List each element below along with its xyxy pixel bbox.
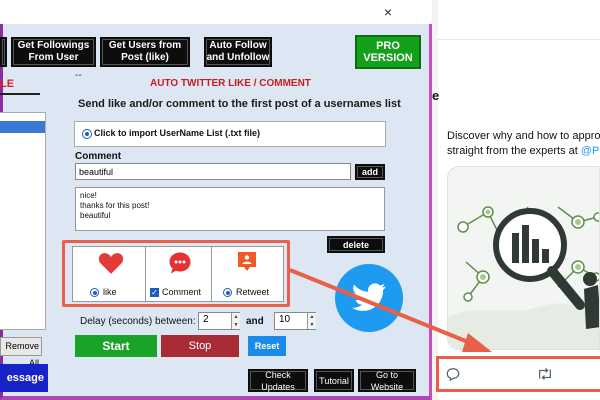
reset-button[interactable]: Reset [248,336,286,356]
remove-all-button[interactable]: Remove All [0,337,42,368]
comment-list-item[interactable]: beautiful [80,211,380,221]
tweet-text-line2: straight from the experts at @Pris [447,145,600,157]
go-to-website-button[interactable]: Go to Website [358,369,416,392]
dash-text: -- [75,70,82,81]
pro-version-button[interactable]: PRO VERSION [355,35,421,69]
comment-list-item[interactable]: nice! [80,191,380,201]
left-tab-underline [0,93,40,95]
actions-highlight-frame [62,240,290,307]
start-button[interactable]: Start [75,335,157,357]
delete-comment-button[interactable]: delete [327,236,385,253]
section-title: AUTO TWITTER LIKE / COMMENT [150,78,311,89]
left-tab-label[interactable]: LE [0,78,40,94]
tweet-image[interactable] [447,166,600,350]
toolbar-button-partial[interactable] [0,37,7,67]
username-list[interactable] [0,112,46,330]
delay-and-label: and [246,316,264,327]
tweet-mention-link[interactable]: @Pris [581,145,600,157]
analytics-illustration [448,206,599,349]
tweet-actions-highlight [436,356,600,392]
tutorial-button[interactable]: Tutorial [314,369,354,392]
reply-icon[interactable] [446,367,460,381]
comment-list[interactable]: nice! thanks for this post! beautiful [75,187,385,231]
twitter-logo [335,264,403,332]
tweet-text-line1: Discover why and how to approac [447,130,600,142]
delay-to-arrows[interactable]: ▲ ▼ [307,313,316,329]
check-updates-button[interactable]: Check Updates [248,369,308,392]
import-radio[interactable] [82,129,92,139]
get-users-from-post-button[interactable]: Get Users from Post (like) [100,37,190,67]
username-list-selected-row[interactable] [0,121,45,133]
message-button[interactable]: essage [0,364,48,392]
get-followings-button[interactable]: Get Followings From User [11,37,96,67]
comment-input[interactable] [75,163,351,180]
tweet-text-prefix: straight from the experts at [447,145,581,157]
delay-label: Delay (seconds) between: [80,316,196,327]
comment-list-item[interactable]: thanks for this post! [80,201,380,211]
browser-topbar [432,0,600,40]
stop-button[interactable]: Stop [161,335,239,357]
window-close-button[interactable]: × [378,2,398,22]
section-subtitle: Send like and/or comment to the first po… [78,98,401,110]
delay-from-arrows[interactable]: ▲ ▼ [231,313,240,329]
import-label[interactable]: Click to import UserName List (.txt file… [94,128,260,138]
comment-label: Comment [75,151,122,162]
auto-follow-button[interactable]: Auto Follow and Unfollow [204,37,272,67]
twitter-bird-icon [351,283,386,311]
add-comment-button[interactable]: add [355,164,385,180]
retweet-action-icon[interactable] [537,367,553,381]
browser-heading: e [432,88,440,103]
browser-scrollbar[interactable] [432,0,438,400]
